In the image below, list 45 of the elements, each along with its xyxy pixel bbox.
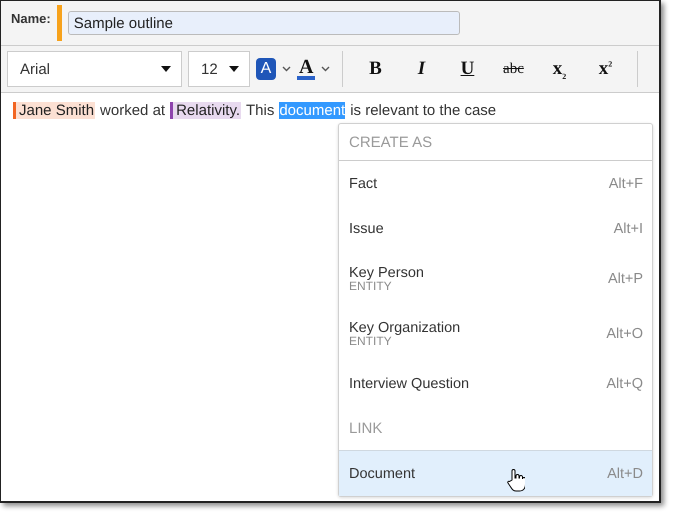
body-text: worked at — [100, 102, 166, 119]
menu-item-label: Key Organization — [349, 320, 460, 336]
superscript-button[interactable]: x$^{2}$ — [585, 58, 626, 80]
size-dropdown[interactable]: 12 — [188, 51, 250, 87]
menu-item-label: Interview Question — [349, 376, 470, 392]
strike-button[interactable]: abc — [493, 60, 534, 78]
shortcut-text: Alt+Q — [606, 376, 643, 392]
font-color-button[interactable]: A — [297, 58, 316, 80]
shortcut-text: Alt+D — [607, 466, 643, 482]
menu-item[interactable]: Document Alt+D — [339, 450, 652, 496]
shortcut-text: Alt+P — [608, 270, 643, 286]
entity-tag[interactable]: Relativity. — [170, 102, 241, 119]
shortcut-text: Alt+I — [614, 220, 643, 236]
entity-tag[interactable]: Jane Smith — [13, 102, 96, 119]
highlight-button[interactable]: A — [256, 58, 276, 80]
menu-item-label: Issue — [349, 220, 384, 236]
italic-button[interactable]: I — [401, 58, 442, 80]
chevron-icon[interactable] — [321, 66, 330, 72]
menu-item[interactable]: Issue Alt+I — [339, 206, 652, 251]
menu-section-header: LINK — [348, 418, 384, 438]
caret-icon — [229, 66, 239, 72]
menu-item-label: Key Person — [349, 265, 424, 281]
subscript-button[interactable]: x$_{2}$ — [539, 58, 580, 80]
menu-item[interactable]: Fact Alt+F — [339, 161, 652, 206]
menu-item-label: Fact — [349, 176, 378, 192]
shortcut-text: Alt+F — [608, 176, 643, 192]
chevron-icon[interactable] — [282, 66, 291, 72]
menu-item-label: Document — [349, 466, 416, 482]
menu-item[interactable]: Key Person ENTITY Alt+P — [339, 251, 652, 306]
name-field[interactable]: Sample outline — [68, 11, 460, 35]
underline-button[interactable]: U — [447, 58, 488, 80]
shortcut-text: Alt+O — [606, 326, 643, 342]
bold-button[interactable]: B — [355, 58, 396, 80]
body-text: is relevant to the case — [350, 102, 496, 119]
caret-icon — [161, 66, 171, 72]
name-label: Name: — [11, 11, 51, 26]
menu-item-sublabel: ENTITY — [349, 281, 393, 292]
body-text: This — [246, 102, 274, 119]
selected-text: document — [279, 102, 346, 119]
menu-item[interactable]: Interview Question Alt+Q — [339, 361, 652, 406]
menu-item[interactable]: Key Organization ENTITY Alt+O — [339, 306, 652, 361]
font-dropdown[interactable]: Arial — [7, 51, 182, 87]
required-bar — [56, 5, 62, 41]
hand-cursor-icon — [507, 468, 525, 492]
menu-item-sublabel: ENTITY — [349, 336, 392, 347]
